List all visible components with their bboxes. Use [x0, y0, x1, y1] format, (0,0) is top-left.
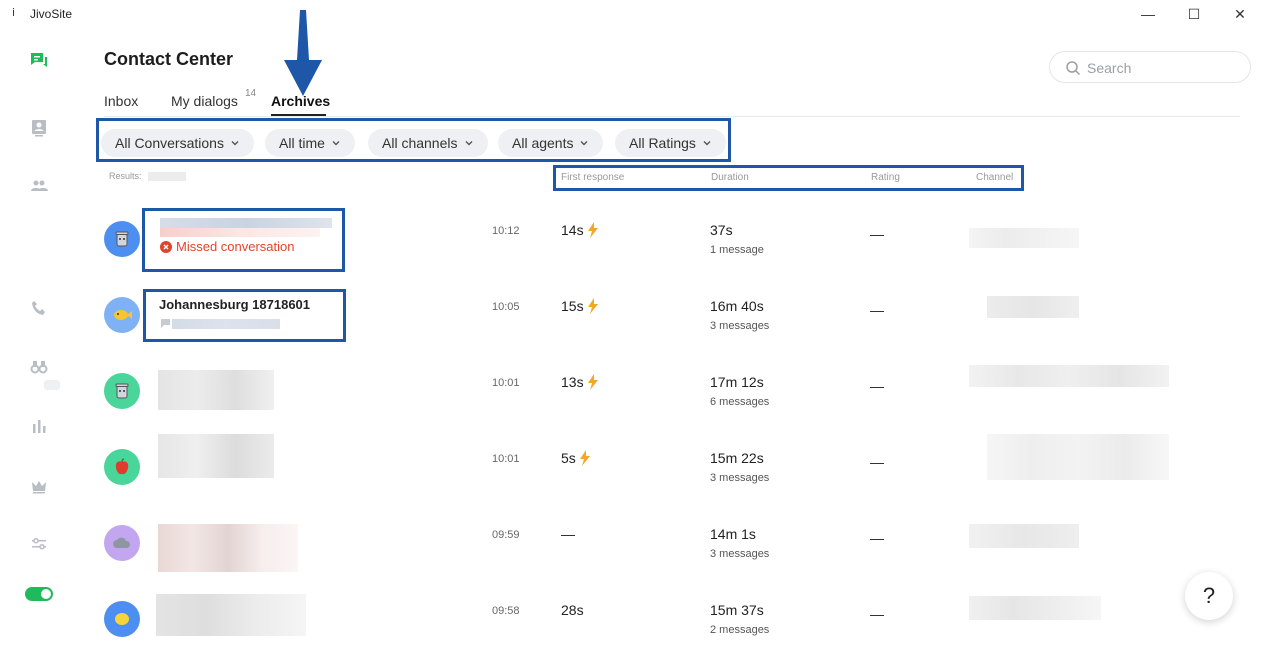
- first-response-value: 15s: [561, 298, 600, 314]
- conversation-time: 10:12: [492, 225, 520, 237]
- lightning-bolt-icon: [587, 222, 598, 238]
- results-count-redacted: [148, 172, 186, 181]
- minimize-button[interactable]: —: [1125, 2, 1171, 26]
- rating-value: —: [870, 454, 884, 470]
- fish-icon: [104, 297, 140, 333]
- phone-icon[interactable]: [27, 296, 51, 320]
- window-titlebar: ⅰ JivoSite — ☐ ✕: [0, 0, 1263, 28]
- close-button[interactable]: ✕: [1217, 2, 1263, 26]
- first-response-text: 15s: [561, 298, 584, 314]
- contact-info-redacted: [156, 594, 306, 636]
- help-button[interactable]: ?: [1185, 572, 1233, 620]
- settings-sliders-icon[interactable]: [27, 532, 51, 556]
- channel-redacted: [969, 228, 1079, 248]
- contacts-book-icon[interactable]: [27, 116, 51, 140]
- first-response-text: 5s: [561, 450, 576, 466]
- conversation-time: 10:05: [492, 301, 520, 313]
- search-box[interactable]: [1049, 51, 1251, 83]
- first-response-value: 14s: [561, 222, 600, 238]
- window-title: JivoSite: [30, 7, 73, 21]
- page-title: Contact Center: [104, 49, 234, 69]
- message-count: 2 messages: [710, 624, 770, 636]
- first-response-value: 28s: [561, 602, 584, 618]
- duration-value: 15m 37s: [710, 602, 764, 618]
- message-count: 1 message: [710, 244, 764, 256]
- message-count: 3 messages: [710, 320, 770, 332]
- crown-icon[interactable]: [27, 474, 51, 498]
- trash-can-icon: [104, 373, 140, 409]
- visitors-count-badge: [44, 380, 60, 390]
- lightning-bolt-icon: [587, 298, 598, 314]
- down-arrow-icon: [284, 10, 322, 96]
- first-response-value: 5s: [561, 450, 592, 466]
- first-response-value: —: [561, 526, 575, 542]
- duration-value: 17m 12s: [710, 374, 764, 390]
- first-response-text: —: [561, 526, 575, 542]
- trash-can-icon: [104, 221, 140, 257]
- contact-info-redacted: [158, 370, 274, 410]
- contact-info-redacted: [158, 434, 274, 478]
- channel-redacted: [969, 524, 1079, 548]
- column-headers-highlight-box: [553, 165, 1024, 191]
- results-label: Results:: [109, 171, 142, 181]
- channel-redacted: [969, 365, 1169, 387]
- conversation-time: 10:01: [492, 453, 520, 465]
- rating-value: —: [870, 606, 884, 622]
- online-status-toggle[interactable]: [25, 587, 53, 601]
- search-input[interactable]: [1087, 59, 1237, 77]
- named-row-highlight-box: [143, 289, 346, 342]
- reports-chart-icon[interactable]: [27, 414, 51, 438]
- lightning-bolt-icon: [579, 450, 590, 466]
- duration-value: 37s: [710, 222, 733, 238]
- rating-value: —: [870, 226, 884, 242]
- lightning-bolt-icon: [587, 374, 598, 390]
- first-response-text: 13s: [561, 374, 584, 390]
- search-icon: [1066, 61, 1081, 76]
- conversation-time: 09:58: [492, 605, 520, 617]
- lemon-icon: [104, 601, 140, 637]
- chat-icon[interactable]: [27, 48, 51, 72]
- conversation-row[interactable]: 09:58 28s 15m 37s 2 messages —: [100, 578, 1240, 654]
- message-count: 3 messages: [710, 472, 770, 484]
- first-response-value: 13s: [561, 374, 600, 390]
- message-count: 6 messages: [710, 396, 770, 408]
- duration-value: 16m 40s: [710, 298, 764, 314]
- conversation-row[interactable]: 09:59 — 14m 1s 3 messages —: [100, 502, 1240, 578]
- conversation-row[interactable]: 10:01 5s 15m 22s 3 messages —: [100, 426, 1240, 502]
- first-response-text: 14s: [561, 222, 584, 238]
- cloud-icon: [104, 525, 140, 561]
- maximize-button[interactable]: ☐: [1171, 2, 1217, 26]
- tabs-divider: [104, 116, 1240, 117]
- jivosite-app-icon: ⅰ: [12, 7, 16, 19]
- filters-highlight-box: [96, 118, 731, 162]
- first-response-text: 28s: [561, 602, 584, 618]
- rating-value: —: [870, 530, 884, 546]
- tab-inbox[interactable]: Inbox: [104, 93, 138, 109]
- channel-redacted: [987, 434, 1169, 480]
- team-icon[interactable]: [27, 174, 51, 198]
- channel-redacted: [969, 596, 1101, 620]
- conversation-row[interactable]: 10:01 13s 17m 12s 6 messages —: [100, 350, 1240, 426]
- duration-value: 14m 1s: [710, 526, 756, 542]
- message-count: 3 messages: [710, 548, 770, 560]
- my-dialogs-count-badge: 14: [245, 88, 257, 99]
- rating-value: —: [870, 302, 884, 318]
- duration-value: 15m 22s: [710, 450, 764, 466]
- missed-row-highlight-box: [142, 208, 345, 272]
- contact-info-redacted: [158, 524, 298, 572]
- conversation-time: 10:01: [492, 377, 520, 389]
- visitors-binoculars-icon[interactable]: [27, 354, 51, 378]
- channel-redacted: [987, 296, 1079, 318]
- sidebar: [0, 28, 78, 640]
- apple-icon: [104, 449, 140, 485]
- conversation-time: 09:59: [492, 529, 520, 541]
- tab-my-dialogs[interactable]: My dialogs: [171, 93, 238, 109]
- rating-value: —: [870, 378, 884, 394]
